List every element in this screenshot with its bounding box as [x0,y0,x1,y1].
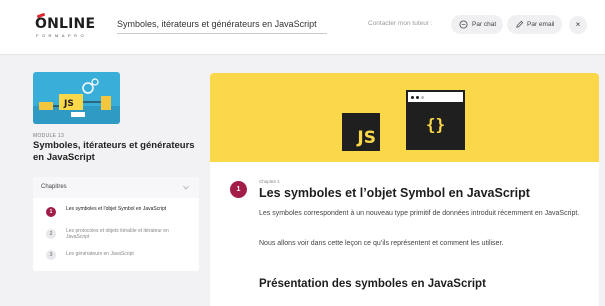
lesson-content-panel: JS {} 1 Chapitre 1 Les symboles et l’obj… [210,73,599,306]
course-thumbnail: JS [33,72,120,124]
javascript-logo-icon: JS [342,113,380,151]
chapter-item-3[interactable]: 3 Les générateurs en JavaScript [33,247,199,263]
chapter-number-badge: 3 [46,250,56,260]
email-button[interactable]: Par email [507,15,562,34]
pencil-icon [516,20,524,28]
code-braces: {} [425,115,446,134]
chevron-down-icon[interactable] [183,185,189,190]
logo-word: ONLINE [35,16,96,32]
code-window-icon: {} [406,90,465,150]
email-button-label: Par email [527,21,555,28]
top-bar-divider [0,54,605,55]
section-title: Présentation des symboles en JavaScript [259,278,486,290]
chapters-header[interactable]: Chapitres [33,177,199,198]
chapter-kicker: Chapitre 1 [259,179,280,184]
chat-bubble-icon [459,20,468,29]
chapter-item-1[interactable]: 1 Les symboles et l'objet Symbol en Java… [33,204,199,220]
chat-button-label: Par chat [472,21,497,28]
javascript-logo-text: JS [357,128,376,148]
lesson-title-field: Symboles, itérateurs et générateurs en J… [117,14,327,34]
lesson-paragraph: Les symboles correspondent à un nouveau … [259,210,580,217]
lesson-banner: JS {} [210,73,599,162]
chapter-item-2[interactable]: 2 Les protocoles et objets itérable et i… [33,226,199,242]
window-dot [421,96,424,99]
close-button[interactable]: × [569,16,587,34]
svg-text:JS: JS [63,99,74,109]
chapter-number-badge: 2 [46,229,56,239]
chapter-item-label: Les protocoles et objets itérable et ité… [66,228,169,241]
chapters-panel: Chapitres 1 Les symboles et l'objet Symb… [33,177,199,271]
chapter-item-label: Les générateurs en JavaScript [66,251,134,257]
chapter-number-badge: 1 [230,181,247,198]
contact-tutor-label: Contacter mon tuteur : [368,20,433,27]
logo-subtitle: FORMAPRO [36,33,88,38]
chapter-title: Les symboles et l’objet Symbol en JavaSc… [259,186,530,200]
module-label: MODULE 13 [33,133,65,139]
chat-button[interactable]: Par chat [451,15,503,34]
top-bar: ONLINE FORMAPRO Symboles, itérateurs et … [0,0,605,54]
javascript-course-illustration: JS [33,78,120,124]
online-formapro-logo[interactable]: ONLINE FORMAPRO [35,12,105,39]
window-dot [411,96,414,99]
module-title: Symboles, itérateurs et générateurs en J… [33,140,195,163]
window-dot [416,96,419,99]
code-window-titlebar [408,92,463,102]
chapter-number-badge: 1 [46,207,56,217]
chapter-item-label: Les symboles et l'objet Symbol en JavaSc… [66,206,167,212]
lesson-paragraph: Nous allons voir dans cette leçon ce qu’… [259,240,504,247]
chapters-title: Chapitres [41,184,67,190]
